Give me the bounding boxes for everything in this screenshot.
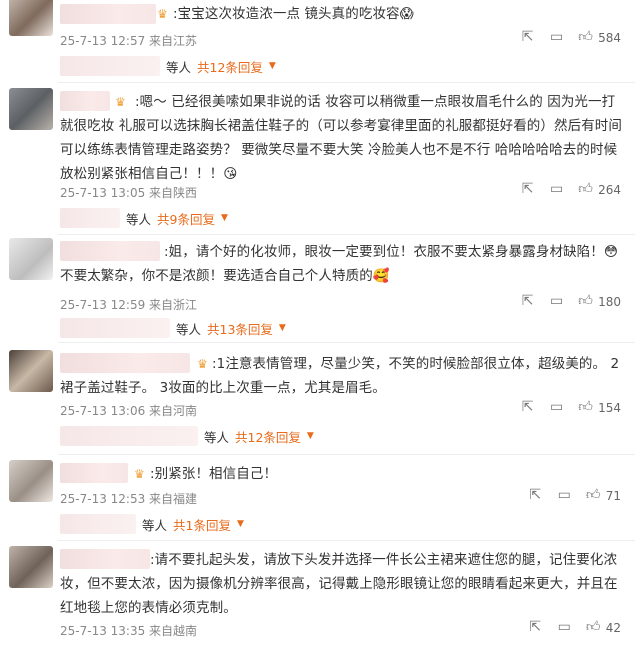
avatar[interactable] — [9, 350, 53, 392]
comment-text: :请不要扎起头发，请放下头发并选择一件长公主裙来遮住您的腿，记住要化浓妆，但不要… — [60, 552, 618, 616]
comment-text: :嗯～ 已经很美嗦如果非说的话 妆容可以稍微重一点眼妆眉毛什么的 因为光一打就很… — [60, 94, 622, 182]
share-icon[interactable]: ⇱ — [520, 400, 535, 415]
like-count: 71 — [605, 488, 621, 503]
reply-suffix: 等人 — [166, 59, 192, 75]
like-button[interactable]: 👍︎ 584 — [578, 30, 621, 45]
like-button[interactable]: 👍︎ 42 — [586, 620, 621, 635]
chevron-down-icon: ▼ — [220, 213, 228, 223]
comment-text: :宝宝这次妆造浓一点 镜头真的吃妆容😱 — [173, 6, 414, 22]
reply-count: 共1条回复 — [173, 517, 231, 533]
divider — [58, 234, 635, 235]
thumbs-up-icon: 👍︎ — [578, 29, 593, 45]
comment-icon[interactable]: ▭ — [557, 488, 572, 503]
share-icon[interactable]: ⇱ — [528, 620, 543, 635]
avatar[interactable] — [9, 88, 53, 130]
thumbs-up-icon: 👍︎ — [585, 619, 601, 635]
comment-icon[interactable]: ▭ — [549, 30, 564, 45]
thumbs-up-icon: 👍︎ — [578, 293, 593, 309]
divider — [58, 342, 635, 343]
like-button[interactable]: 👍︎ 264 — [578, 182, 621, 197]
share-icon[interactable]: ⇱ — [520, 30, 535, 45]
comment-actions: ⇱ ▭ 👍︎ 154 — [520, 400, 621, 415]
comment-actions: ⇱ ▭ 👍︎ 71 — [528, 488, 621, 503]
reply-suffix: 等人 — [204, 429, 230, 445]
reply-summary[interactable]: 等人 共12条回复 ▼ — [60, 426, 314, 446]
comment-actions: ⇱ ▭ 👍︎ 264 — [520, 182, 621, 197]
replier-names — [60, 426, 198, 446]
like-count: 584 — [598, 30, 621, 45]
member-crown-icon: ♛ — [134, 467, 145, 481]
reply-suffix: 等人 — [176, 321, 202, 337]
comment-actions: ⇱ ▭ 👍︎ 42 — [528, 620, 621, 635]
like-button[interactable]: 👍︎ 180 — [578, 294, 621, 309]
replier-names — [60, 56, 160, 76]
chevron-down-icon: ▼ — [236, 519, 244, 529]
reply-suffix: 等人 — [126, 211, 152, 227]
replier-names — [60, 514, 136, 534]
divider — [58, 454, 635, 455]
comment-meta: 25-7-13 12:59 来自浙江 — [60, 298, 198, 312]
share-icon[interactable]: ⇱ — [520, 182, 535, 197]
chevron-down-icon: ▼ — [306, 431, 314, 441]
comment-meta: 25-7-13 13:35 来自越南 — [60, 624, 198, 638]
comment-actions: ⇱ ▭ 👍︎ 180 — [520, 294, 621, 309]
reply-summary[interactable]: 等人 共9条回复 ▼ — [60, 208, 228, 228]
comment-meta: 25-7-13 12:57 来自江苏 — [60, 34, 198, 48]
share-icon[interactable]: ⇱ — [520, 294, 535, 309]
replier-names — [60, 318, 170, 338]
avatar[interactable] — [9, 0, 53, 36]
comment-icon[interactable]: ▭ — [549, 182, 564, 197]
replier-names — [60, 208, 120, 228]
like-count: 180 — [598, 294, 621, 309]
divider — [58, 82, 635, 83]
username[interactable] — [60, 463, 128, 483]
chevron-down-icon: ▼ — [268, 61, 276, 71]
comment-meta: 25-7-13 12:53 来自福建 — [60, 492, 198, 506]
chevron-down-icon: ▼ — [278, 323, 286, 333]
thumbs-up-icon: 👍︎ — [578, 399, 593, 415]
avatar[interactable] — [9, 460, 53, 502]
comment-icon[interactable]: ▭ — [557, 620, 572, 635]
comment-meta: 25-7-13 13:05 来自陕西 — [60, 186, 198, 200]
like-count: 264 — [598, 182, 621, 197]
reply-suffix: 等人 — [142, 517, 168, 533]
like-count: 42 — [605, 620, 621, 635]
thumbs-up-icon: 👍︎ — [578, 181, 593, 197]
like-button[interactable]: 👍︎ 154 — [578, 400, 621, 415]
like-count: 154 — [598, 400, 621, 415]
comment-icon[interactable]: ▭ — [549, 294, 564, 309]
share-icon[interactable]: ⇱ — [528, 488, 543, 503]
comment-text: :1注意表情管理，尽量少笑，不笑的时候脸部很立体，超级美的。 2裙子盖过鞋子。 … — [60, 356, 620, 396]
reply-summary[interactable]: 等人 共13条回复 ▼ — [60, 318, 286, 338]
comment-actions: ⇱ ▭ 👍︎ 584 — [520, 30, 621, 45]
avatar[interactable] — [9, 546, 53, 588]
reply-summary[interactable]: 等人 共12条回复 ▼ — [60, 56, 276, 76]
comment-icon[interactable]: ▭ — [549, 400, 564, 415]
member-crown-icon: ♛ — [157, 7, 168, 21]
like-button[interactable]: 👍︎ 71 — [586, 488, 621, 503]
reply-count: 共9条回复 — [157, 211, 215, 227]
reply-summary[interactable]: 等人 共1条回复 ▼ — [60, 514, 244, 534]
divider — [58, 540, 635, 541]
username[interactable] — [60, 4, 156, 24]
reply-count: 共13条回复 — [207, 321, 273, 337]
avatar[interactable] — [9, 238, 53, 280]
thumbs-up-icon: 👍︎ — [585, 487, 601, 503]
reply-count: 共12条回复 — [235, 429, 301, 445]
comment-meta: 25-7-13 13:06 来自河南 — [60, 404, 198, 418]
reply-count: 共12条回复 — [197, 59, 263, 75]
comment-text: :别紧张！相信自己！ — [150, 466, 278, 482]
comment-text: :姐，请个好的化妆师，眼妆一定要到位！衣服不要太紧身暴露身材缺陷！😳不要太繁杂，… — [60, 244, 619, 284]
